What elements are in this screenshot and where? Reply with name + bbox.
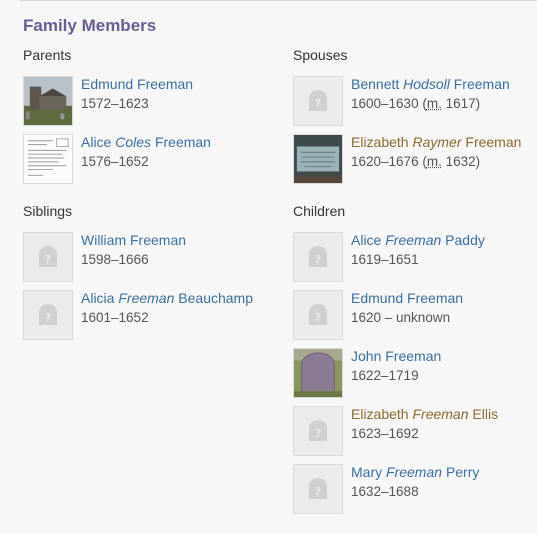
person-dates: 1622–1719 — [351, 368, 419, 383]
marriage-abbr: m. — [426, 96, 442, 111]
person-name[interactable]: Elizabeth Raymer Freeman — [351, 134, 521, 150]
siblings-heading: Siblings — [23, 203, 73, 219]
marriage-abbr: m. — [426, 154, 442, 169]
spouse-bennett-hodsoll-freeman[interactable]: ? Bennett Hodsoll Freeman 1600–1630 (m. … — [293, 76, 537, 126]
child-elizabeth-freeman-ellis[interactable]: ? Elizabeth Freeman Ellis 1623–1692 — [293, 406, 537, 456]
church-photo[interactable] — [23, 76, 73, 126]
headstone-photo[interactable] — [293, 348, 343, 398]
parents-heading: Parents — [23, 47, 72, 63]
child-edmund-freeman[interactable]: ? Edmund Freeman 1620 – unknown — [293, 290, 537, 340]
placeholder-icon[interactable]: ? — [23, 290, 73, 340]
placeholder-icon[interactable]: ? — [293, 76, 343, 126]
children-heading: Children — [293, 203, 346, 219]
placeholder-icon[interactable]: ? — [293, 290, 343, 340]
child-alice-freeman-paddy[interactable]: ? Alice Freeman Paddy 1619–1651 — [293, 232, 537, 282]
person-name[interactable]: Alice Coles Freeman — [81, 134, 211, 150]
svg-text:?: ? — [315, 427, 321, 440]
placeholder-icon[interactable]: ? — [293, 406, 343, 456]
parent-edmund-freeman[interactable]: Edmund Freeman 1572–1623 — [23, 76, 268, 126]
placeholder-icon[interactable]: ? — [293, 232, 343, 282]
svg-text:?: ? — [315, 253, 321, 266]
svg-text:?: ? — [315, 311, 321, 324]
person-dates: 1619–1651 — [351, 252, 419, 267]
person-name[interactable]: Bennett Hodsoll Freeman — [351, 76, 510, 92]
svg-text:?: ? — [45, 311, 51, 324]
person-dates: 1600–1630 (m. 1617) — [351, 96, 481, 111]
person-dates: 1620–1676 (m. 1632) — [351, 154, 481, 169]
svg-text:?: ? — [45, 253, 51, 266]
document-photo[interactable] — [23, 134, 73, 184]
person-dates: 1623–1692 — [351, 426, 419, 441]
spouse-elizabeth-raymer-freeman[interactable]: Elizabeth Raymer Freeman 1620–1676 (m. 1… — [293, 134, 537, 184]
person-name[interactable]: Alice Freeman Paddy — [351, 232, 485, 248]
parent-alice-coles-freeman[interactable]: Alice Coles Freeman 1576–1652 — [23, 134, 268, 184]
person-dates: 1576–1652 — [81, 154, 149, 169]
child-mary-freeman-perry[interactable]: ? Mary Freeman Perry 1632–1688 — [293, 464, 537, 514]
left-column: Parents Edmund Freeman 1572–1623 Alice C… — [23, 0, 263, 534]
person-dates: 1620 – unknown — [351, 310, 451, 325]
sibling-william-freeman[interactable]: ? William Freeman 1598–1666 — [23, 232, 268, 282]
person-name[interactable]: Alicia Freeman Beauchamp — [81, 290, 253, 306]
placeholder-icon[interactable]: ? — [293, 464, 343, 514]
person-dates: 1601–1652 — [81, 310, 149, 325]
svg-text:?: ? — [315, 97, 321, 110]
person-name[interactable]: Edmund Freeman — [351, 290, 463, 306]
right-column: Spouses ? Bennett Hodsoll Freeman 1600–1… — [293, 0, 533, 534]
person-dates: 1598–1666 — [81, 252, 149, 267]
spouses-heading: Spouses — [293, 47, 348, 63]
person-name[interactable]: Mary Freeman Perry — [351, 464, 479, 480]
person-name[interactable]: Elizabeth Freeman Ellis — [351, 406, 498, 422]
person-name[interactable]: Edmund Freeman — [81, 76, 193, 92]
placeholder-icon[interactable]: ? — [23, 232, 73, 282]
person-dates: 1632–1688 — [351, 484, 419, 499]
sibling-alicia-freeman-beauchamp[interactable]: ? Alicia Freeman Beauchamp 1601–1652 — [23, 290, 268, 340]
person-name[interactable]: John Freeman — [351, 348, 441, 364]
person-name[interactable]: William Freeman — [81, 232, 186, 248]
svg-text:?: ? — [315, 485, 321, 498]
plaque-photo[interactable] — [293, 134, 343, 184]
child-john-freeman[interactable]: John Freeman 1622–1719 — [293, 348, 537, 398]
person-dates: 1572–1623 — [81, 96, 149, 111]
